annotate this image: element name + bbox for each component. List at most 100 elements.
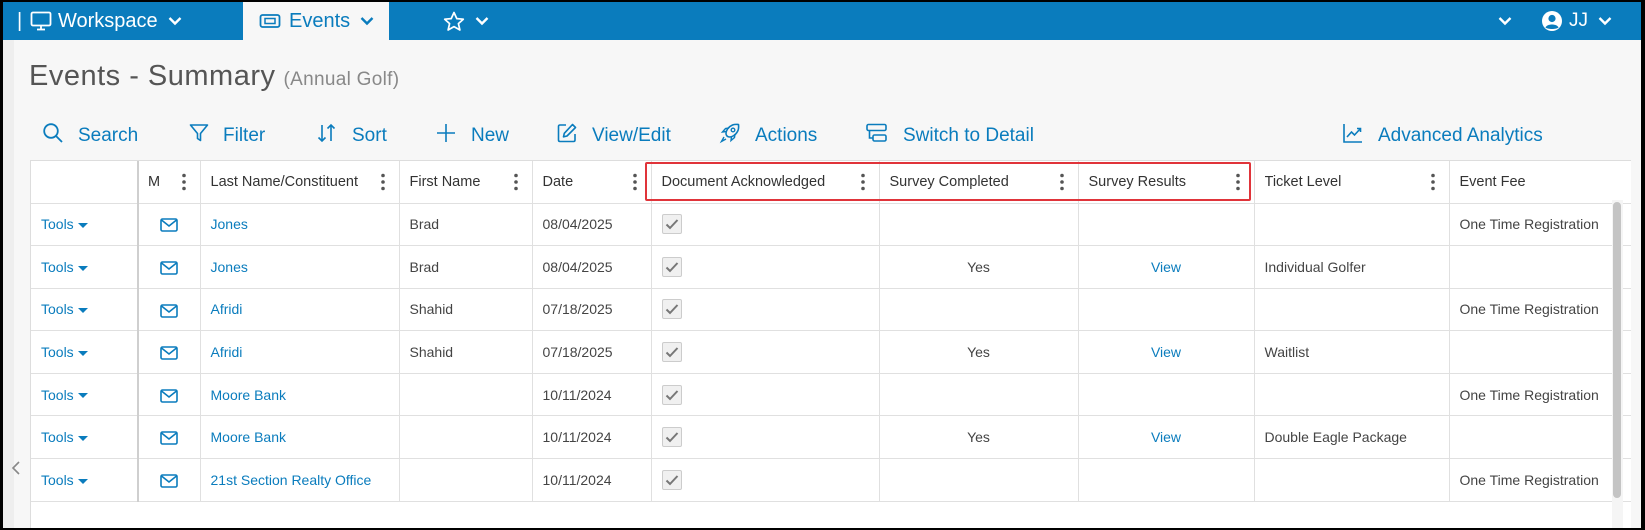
search-icon bbox=[42, 122, 64, 150]
tools-menu[interactable]: Tools bbox=[31, 330, 139, 374]
actions-button[interactable]: Actions bbox=[719, 122, 817, 150]
survey-results-link[interactable] bbox=[1078, 373, 1255, 417]
email-cell[interactable] bbox=[138, 458, 201, 502]
sort-button[interactable]: Sort bbox=[316, 122, 387, 150]
last-name-link[interactable]: Afridi bbox=[200, 330, 400, 374]
checkbox-checked[interactable] bbox=[661, 299, 682, 320]
last-name-link[interactable]: 21st Section Realty Office bbox=[200, 458, 400, 502]
tools-menu[interactable]: Tools bbox=[31, 458, 139, 502]
tools-menu[interactable]: Tools bbox=[31, 415, 139, 460]
chevron-down-icon bbox=[168, 16, 182, 26]
survey-results-link[interactable]: View bbox=[1078, 330, 1255, 374]
check-icon bbox=[665, 347, 678, 358]
check-icon bbox=[665, 262, 678, 273]
envelope-icon[interactable] bbox=[160, 301, 179, 318]
date-cell: 08/04/2025 bbox=[532, 245, 652, 289]
column-header-last-name[interactable]: Last Name/Constituent bbox=[200, 161, 400, 204]
envelope-icon[interactable] bbox=[160, 387, 179, 403]
nav-more-menu[interactable] bbox=[1498, 2, 1512, 40]
email-cell[interactable] bbox=[138, 203, 201, 247]
checkbox-checked[interactable] bbox=[661, 256, 682, 277]
event-fee-cell bbox=[1449, 330, 1631, 374]
email-cell[interactable] bbox=[138, 288, 201, 332]
checkbox-checked[interactable] bbox=[661, 384, 682, 405]
email-cell[interactable] bbox=[138, 330, 201, 374]
nav-workspace-menu[interactable]: Workspace bbox=[30, 2, 182, 40]
envelope-icon[interactable] bbox=[160, 344, 179, 361]
table-row[interactable]: Tools Afridi Shahid 07/18/2025 One Time Regi… bbox=[31, 288, 1631, 332]
kebab-menu-icon[interactable] bbox=[181, 173, 186, 195]
survey-results-link[interactable] bbox=[1078, 458, 1255, 502]
event-fee-cell: One Time Registration bbox=[1449, 203, 1631, 247]
nav-events-tab[interactable]: Events bbox=[243, 2, 389, 40]
email-cell[interactable] bbox=[138, 415, 201, 460]
checkbox-checked[interactable] bbox=[661, 214, 682, 235]
last-name-link[interactable]: Jones bbox=[200, 203, 400, 247]
user-menu[interactable]: JJ bbox=[1541, 2, 1612, 40]
last-name-link[interactable]: Jones bbox=[200, 245, 400, 289]
column-header-survey-completed[interactable]: Survey Completed bbox=[879, 161, 1079, 204]
last-name-link[interactable]: Moore Bank bbox=[200, 373, 400, 417]
column-header-date[interactable]: Date bbox=[532, 161, 652, 204]
checkbox-checked[interactable] bbox=[661, 427, 682, 448]
kebab-menu-icon[interactable] bbox=[860, 173, 865, 195]
last-name-link[interactable]: Afridi bbox=[200, 288, 400, 332]
email-cell[interactable] bbox=[138, 245, 201, 289]
column-header-m[interactable]: M bbox=[138, 161, 201, 204]
vertical-scrollbar-thumb[interactable] bbox=[1613, 202, 1621, 498]
kebab-menu-icon[interactable] bbox=[1235, 173, 1240, 195]
survey-results-link[interactable]: View bbox=[1078, 415, 1255, 460]
survey-completed-cell bbox=[879, 373, 1079, 417]
table-row[interactable]: Tools Moore Bank 10/11/2024 Yes View Double E… bbox=[31, 415, 1631, 460]
plus-icon bbox=[435, 122, 457, 150]
envelope-icon[interactable] bbox=[160, 259, 179, 275]
checkbox-checked[interactable] bbox=[661, 469, 682, 490]
collapse-panel-handle[interactable] bbox=[11, 460, 21, 481]
kebab-menu-icon[interactable] bbox=[632, 173, 637, 195]
kebab-menu-icon[interactable] bbox=[380, 173, 385, 195]
chevron-down-icon bbox=[1598, 16, 1612, 26]
tools-menu[interactable]: Tools bbox=[31, 203, 139, 247]
kebab-menu-icon[interactable] bbox=[513, 173, 518, 195]
advanced-analytics-button[interactable]: Advanced Analytics bbox=[1342, 122, 1543, 150]
kebab-menu-icon[interactable] bbox=[1430, 173, 1435, 195]
tools-menu[interactable]: Tools bbox=[31, 373, 139, 417]
kebab-menu-icon[interactable] bbox=[1059, 173, 1064, 195]
ticket-level-cell bbox=[1254, 203, 1450, 247]
tools-label: Tools bbox=[41, 301, 74, 318]
tools-menu[interactable]: Tools bbox=[31, 288, 139, 332]
switch-to-detail-button[interactable]: Switch to Detail bbox=[865, 122, 1034, 150]
first-name-cell bbox=[399, 415, 533, 460]
envelope-icon[interactable] bbox=[160, 216, 179, 233]
table-row[interactable]: Tools Afridi Shahid 07/18/2025 Yes View Waitli… bbox=[31, 330, 1631, 374]
survey-results-link[interactable]: View bbox=[1078, 245, 1255, 289]
filter-button[interactable]: Filter bbox=[189, 122, 265, 150]
column-header-document-acknowledged[interactable]: Document Acknowledged bbox=[651, 161, 880, 204]
view-edit-button[interactable]: View/Edit bbox=[556, 122, 671, 150]
search-button[interactable]: Search bbox=[42, 122, 138, 150]
tools-menu[interactable]: Tools bbox=[31, 245, 139, 289]
last-name-link[interactable]: Moore Bank bbox=[200, 415, 400, 460]
survey-results-link[interactable] bbox=[1078, 288, 1255, 332]
envelope-icon[interactable] bbox=[160, 429, 179, 446]
table-row[interactable]: Tools Jones Brad 08/04/2025 One Time Registr… bbox=[31, 203, 1631, 247]
envelope-icon[interactable] bbox=[160, 472, 179, 488]
table-row[interactable]: Tools 21st Section Realty Office 10/11/202… bbox=[31, 458, 1631, 502]
column-header-ticket-level[interactable]: Ticket Level bbox=[1254, 161, 1450, 204]
new-button[interactable]: New bbox=[435, 122, 509, 150]
filter-label: Filter bbox=[223, 125, 266, 146]
nav-favorites-menu[interactable] bbox=[443, 2, 489, 40]
checkbox-checked[interactable] bbox=[661, 342, 682, 363]
survey-results-link[interactable] bbox=[1078, 203, 1255, 247]
date-cell: 07/18/2025 bbox=[532, 288, 652, 332]
column-header-first-name[interactable]: First Name bbox=[399, 161, 533, 204]
email-cell[interactable] bbox=[138, 373, 201, 417]
first-name-cell: Brad bbox=[399, 245, 533, 289]
column-header-label: Survey Completed bbox=[889, 173, 1009, 190]
table-row[interactable]: Tools Jones Brad 08/04/2025 Yes View Individua… bbox=[31, 245, 1631, 289]
table-row[interactable]: Tools Moore Bank 10/11/2024 One Time Regist… bbox=[31, 373, 1631, 417]
column-header-survey-results[interactable]: Survey Results bbox=[1078, 161, 1255, 204]
ticket-level-cell bbox=[1254, 288, 1450, 332]
ticket-level-cell bbox=[1254, 373, 1450, 417]
column-header-event-fee[interactable]: Event Fee bbox=[1449, 161, 1631, 204]
